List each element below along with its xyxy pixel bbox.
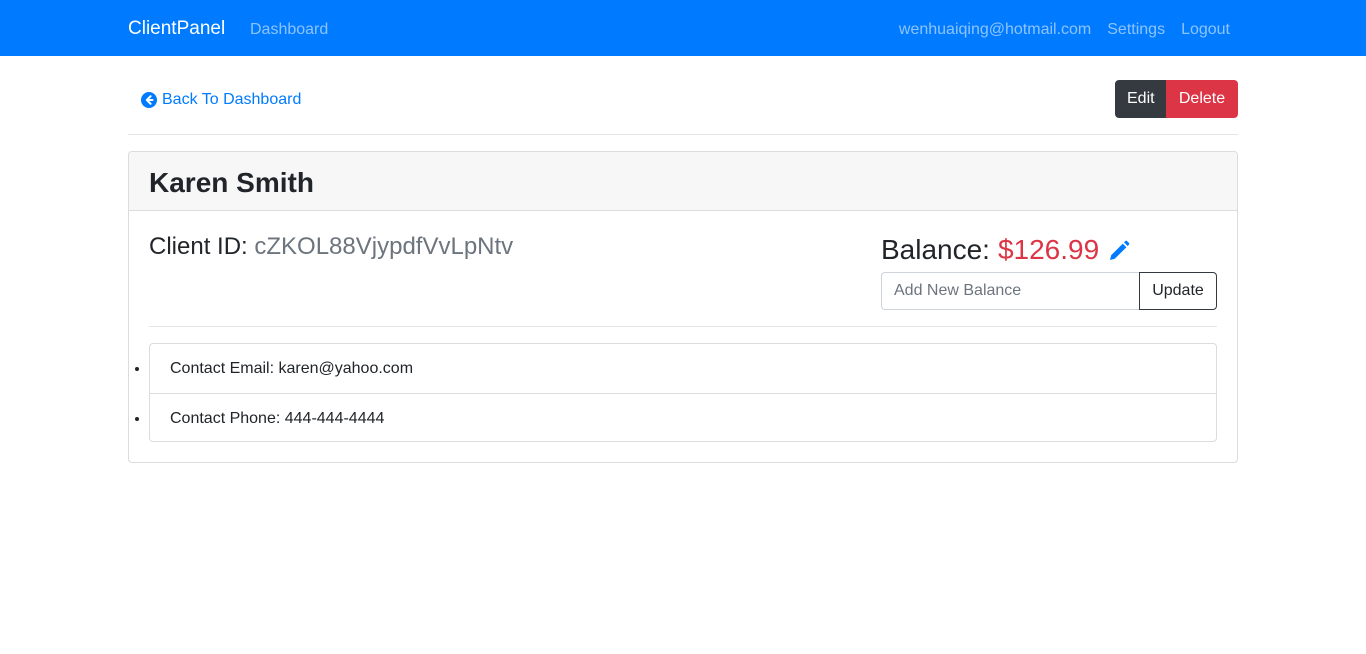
brand-link[interactable]: ClientPanel xyxy=(128,17,225,41)
contact-email-item: Contact Email: karen@yahoo.com xyxy=(150,344,1216,393)
divider xyxy=(128,134,1238,135)
balance-row: Balance: $126.99 xyxy=(881,234,1131,266)
nav-right-group: wenhuaiqing@hotmail.com Settings Logout xyxy=(899,19,1230,41)
edit-button[interactable]: Edit xyxy=(1115,80,1166,118)
balance-label: Balance: xyxy=(881,234,990,265)
nav-logout-link[interactable]: Logout xyxy=(1181,19,1230,41)
client-card: Karen Smith Client ID: cZKOL88VjypdfVvLp… xyxy=(128,151,1238,463)
client-id-label: Client ID: xyxy=(149,233,248,260)
arrow-circle-left-icon xyxy=(141,92,157,108)
nav-dashboard-link[interactable]: Dashboard xyxy=(250,19,328,41)
client-card-header: Karen Smith xyxy=(129,152,1237,211)
pencil-icon[interactable] xyxy=(1107,238,1131,262)
new-balance-input[interactable] xyxy=(881,272,1140,310)
update-balance-button[interactable]: Update xyxy=(1139,272,1217,310)
back-link-label: Back To Dashboard xyxy=(162,91,302,108)
nav-user-email-link[interactable]: wenhuaiqing@hotmail.com xyxy=(899,19,1091,41)
client-actions-group: Edit Delete xyxy=(1115,80,1238,118)
navbar: ClientPanel Dashboard wenhuaiqing@hotmai… xyxy=(0,0,1366,56)
nav-settings-link[interactable]: Settings xyxy=(1107,19,1165,41)
client-id-value: cZKOL88VjypdfVvLpNtv xyxy=(254,233,514,260)
delete-button[interactable]: Delete xyxy=(1166,80,1238,118)
client-id: Client ID: cZKOL88VjypdfVvLpNtv xyxy=(149,232,513,262)
back-to-dashboard-link[interactable]: Back To Dashboard xyxy=(141,90,301,110)
contact-phone-item: Contact Phone: 444-444-4444 xyxy=(150,393,1216,442)
client-name: Karen Smith xyxy=(149,167,314,198)
balance-value: $126.99 xyxy=(997,234,1100,265)
divider xyxy=(149,326,1217,327)
contact-list: Contact Email: karen@yahoo.com Contact P… xyxy=(149,343,1217,442)
